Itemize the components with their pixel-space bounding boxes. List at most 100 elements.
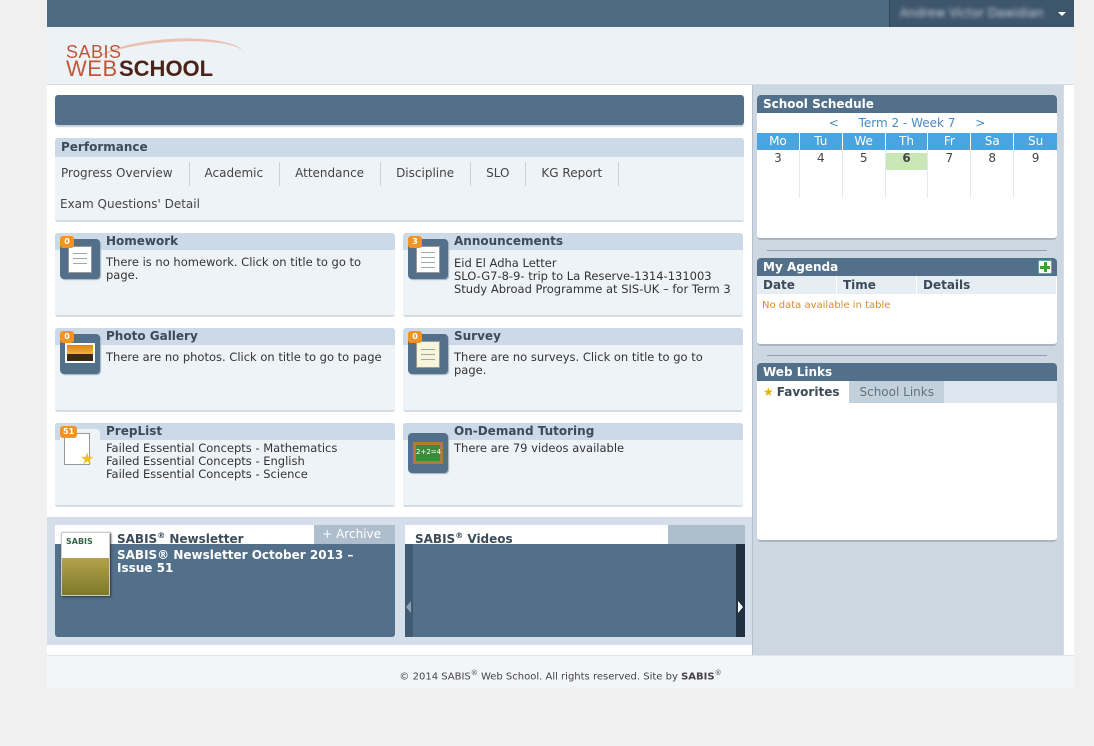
- web-links-title: Web Links: [757, 363, 1057, 381]
- add-agenda-icon[interactable]: [1038, 260, 1052, 274]
- prev-week-button[interactable]: <: [829, 116, 839, 130]
- tab-academic[interactable]: Academic: [190, 162, 281, 186]
- performance-tabs: Progress Overview Academic Attendance Di…: [55, 162, 620, 186]
- archive-button[interactable]: + Archive: [314, 525, 395, 544]
- day-header: Th: [885, 133, 929, 150]
- side-edge: [1063, 85, 1074, 655]
- preplist-item[interactable]: Failed Essential Concepts - Science: [106, 468, 387, 481]
- video-prev-area[interactable]: [405, 544, 413, 637]
- user-menu[interactable]: Andrew Victor Dawidian: [889, 0, 1074, 27]
- site-header: SABIS WEB SCHOOL: [47, 27, 1074, 85]
- day-header: Fr: [928, 133, 972, 150]
- calendar-day[interactable]: 4: [800, 150, 843, 198]
- survey-card: Survey 0 There are no surveys. Click on …: [403, 328, 743, 412]
- announcements-badge: 3: [408, 236, 422, 248]
- calendar-day[interactable]: 5: [843, 150, 886, 198]
- chevron-right-icon: [738, 601, 743, 613]
- photo-gallery-text: There are no photos. Click on title to g…: [106, 350, 382, 364]
- web-links-content: [757, 403, 1057, 537]
- school-schedule-panel: School Schedule < Term 2 - Week 7 > Mo T…: [757, 95, 1057, 240]
- tab-progress-overview[interactable]: Progress Overview: [55, 162, 190, 186]
- agenda-table-header: Date Time Details: [757, 276, 1057, 294]
- performance-title: Performance: [55, 138, 744, 157]
- agenda-empty-message: No data available in table: [762, 300, 891, 311]
- announcement-item[interactable]: Study Abroad Programme at SIS-UK – for T…: [454, 283, 735, 296]
- school-schedule-title: School Schedule: [757, 95, 1057, 113]
- photo-gallery-badge: 0: [60, 331, 74, 343]
- calendar-day-today[interactable]: 6: [885, 150, 929, 198]
- homework-badge: 0: [60, 236, 74, 248]
- calendar-day[interactable]: 9: [1014, 150, 1057, 198]
- footer-text: Web School. All rights reserved. Site by: [477, 671, 682, 683]
- banner-bar: [55, 95, 744, 125]
- newsletter-headline[interactable]: SABIS® Newsletter October 2013 – Issue 5…: [117, 549, 385, 575]
- survey-title[interactable]: Survey: [403, 328, 743, 345]
- chalkboard-text: 2+2=4: [413, 442, 443, 464]
- footer-copyright: © 2014 SABIS: [399, 671, 471, 683]
- survey-text: There are no surveys. Click on title to …: [454, 350, 703, 377]
- web-links-tabs: ★ Favorites School Links: [757, 381, 1057, 403]
- survey-badge: 0: [408, 331, 422, 343]
- tutoring-title[interactable]: On-Demand Tutoring: [403, 423, 743, 440]
- web-links-panel: Web Links ★ Favorites School Links: [757, 363, 1057, 542]
- calendar-day[interactable]: 8: [971, 150, 1015, 198]
- performance-panel: Performance Progress Overview Academic A…: [55, 138, 744, 222]
- newsletter-thumbnail[interactable]: SABIS: [61, 532, 110, 596]
- column-date[interactable]: Date: [757, 276, 837, 294]
- user-name: Andrew Victor Dawidian: [900, 6, 1044, 20]
- chalkboard-icon[interactable]: 2+2=4: [408, 433, 448, 473]
- next-week-button[interactable]: >: [975, 116, 985, 130]
- star-icon: ★: [763, 385, 774, 399]
- exam-questions-link[interactable]: Exam Questions' Detail: [60, 197, 200, 211]
- homework-text: There is no homework. Click on title to …: [106, 255, 362, 282]
- divider: [767, 250, 1047, 251]
- day-header: We: [842, 133, 886, 150]
- videos-title: SABIS® Videos: [405, 525, 668, 546]
- preplist-card: PrepList 51 ★ Failed Essential Concepts …: [55, 423, 395, 507]
- chevron-left-icon: [406, 601, 411, 613]
- photo-gallery-title[interactable]: Photo Gallery: [55, 328, 395, 345]
- day-header: Su: [1014, 133, 1057, 150]
- my-agenda-title: My Agenda: [757, 258, 1057, 276]
- footer-brand-link[interactable]: SABIS: [681, 671, 715, 682]
- homework-card: Homework 0 There is no homework. Click o…: [55, 233, 395, 317]
- column-details[interactable]: Details: [917, 276, 1057, 294]
- video-next-area[interactable]: [736, 544, 745, 637]
- star-icon: ★: [80, 449, 95, 468]
- tutoring-text: There are 79 videos available: [454, 441, 625, 455]
- calendar-day[interactable]: 7: [928, 150, 972, 198]
- logo-text-web: WEB: [66, 56, 118, 81]
- tab-attendance[interactable]: Attendance: [280, 162, 382, 186]
- preplist-title[interactable]: PrepList: [55, 423, 395, 440]
- calendar-day[interactable]: 3: [757, 150, 800, 198]
- day-header: Mo: [757, 133, 800, 150]
- tab-discipline[interactable]: Discipline: [381, 162, 472, 186]
- top-bar: Andrew Victor Dawidian: [47, 0, 1074, 27]
- tab-favorites[interactable]: ★ Favorites: [757, 381, 850, 403]
- tutoring-card: On-Demand Tutoring 2+2=4 There are 79 vi…: [403, 423, 743, 507]
- sabis-logo[interactable]: SABIS WEB SCHOOL: [64, 33, 246, 85]
- announcements-list: Eid El Adha Letter SLO-G7-8-9- trip to L…: [454, 257, 735, 296]
- photo-gallery-card: Photo Gallery 0 There are no photos. Cli…: [55, 328, 395, 412]
- videos-panel: SABIS® Videos: [405, 525, 745, 637]
- media-row: SABIS® Newsletter + Archive SABIS SABIS®…: [47, 517, 752, 645]
- calendar-nav: < Term 2 - Week 7 >: [757, 113, 1057, 133]
- videos-header: SABIS® Videos: [405, 525, 745, 546]
- tab-school-links[interactable]: School Links: [849, 381, 944, 403]
- announcements-card: Announcements 3 Eid El Adha Letter SLO-G…: [403, 233, 743, 317]
- week-label: Term 2 - Week 7: [858, 116, 956, 130]
- logo-text-school: SCHOOL: [119, 56, 214, 81]
- preplist-badge: 51: [60, 426, 78, 438]
- preplist-list: Failed Essential Concepts - Mathematics …: [106, 442, 387, 481]
- newsletter-panel: SABIS® Newsletter + Archive SABIS SABIS®…: [55, 525, 395, 637]
- video-player[interactable]: [413, 544, 737, 637]
- column-time[interactable]: Time: [837, 276, 917, 294]
- announcements-title[interactable]: Announcements: [403, 233, 743, 250]
- divider: [767, 355, 1047, 356]
- videos-header-tab: [668, 525, 745, 544]
- tab-kg-report[interactable]: KG Report: [526, 162, 620, 186]
- tab-slo[interactable]: SLO: [471, 162, 527, 186]
- caret-down-icon: [1058, 12, 1066, 16]
- homework-title[interactable]: Homework: [55, 233, 395, 250]
- calendar-grid: Mo Tu We Th Fr Sa Su 3 4 5 6 7 8 9: [757, 133, 1057, 198]
